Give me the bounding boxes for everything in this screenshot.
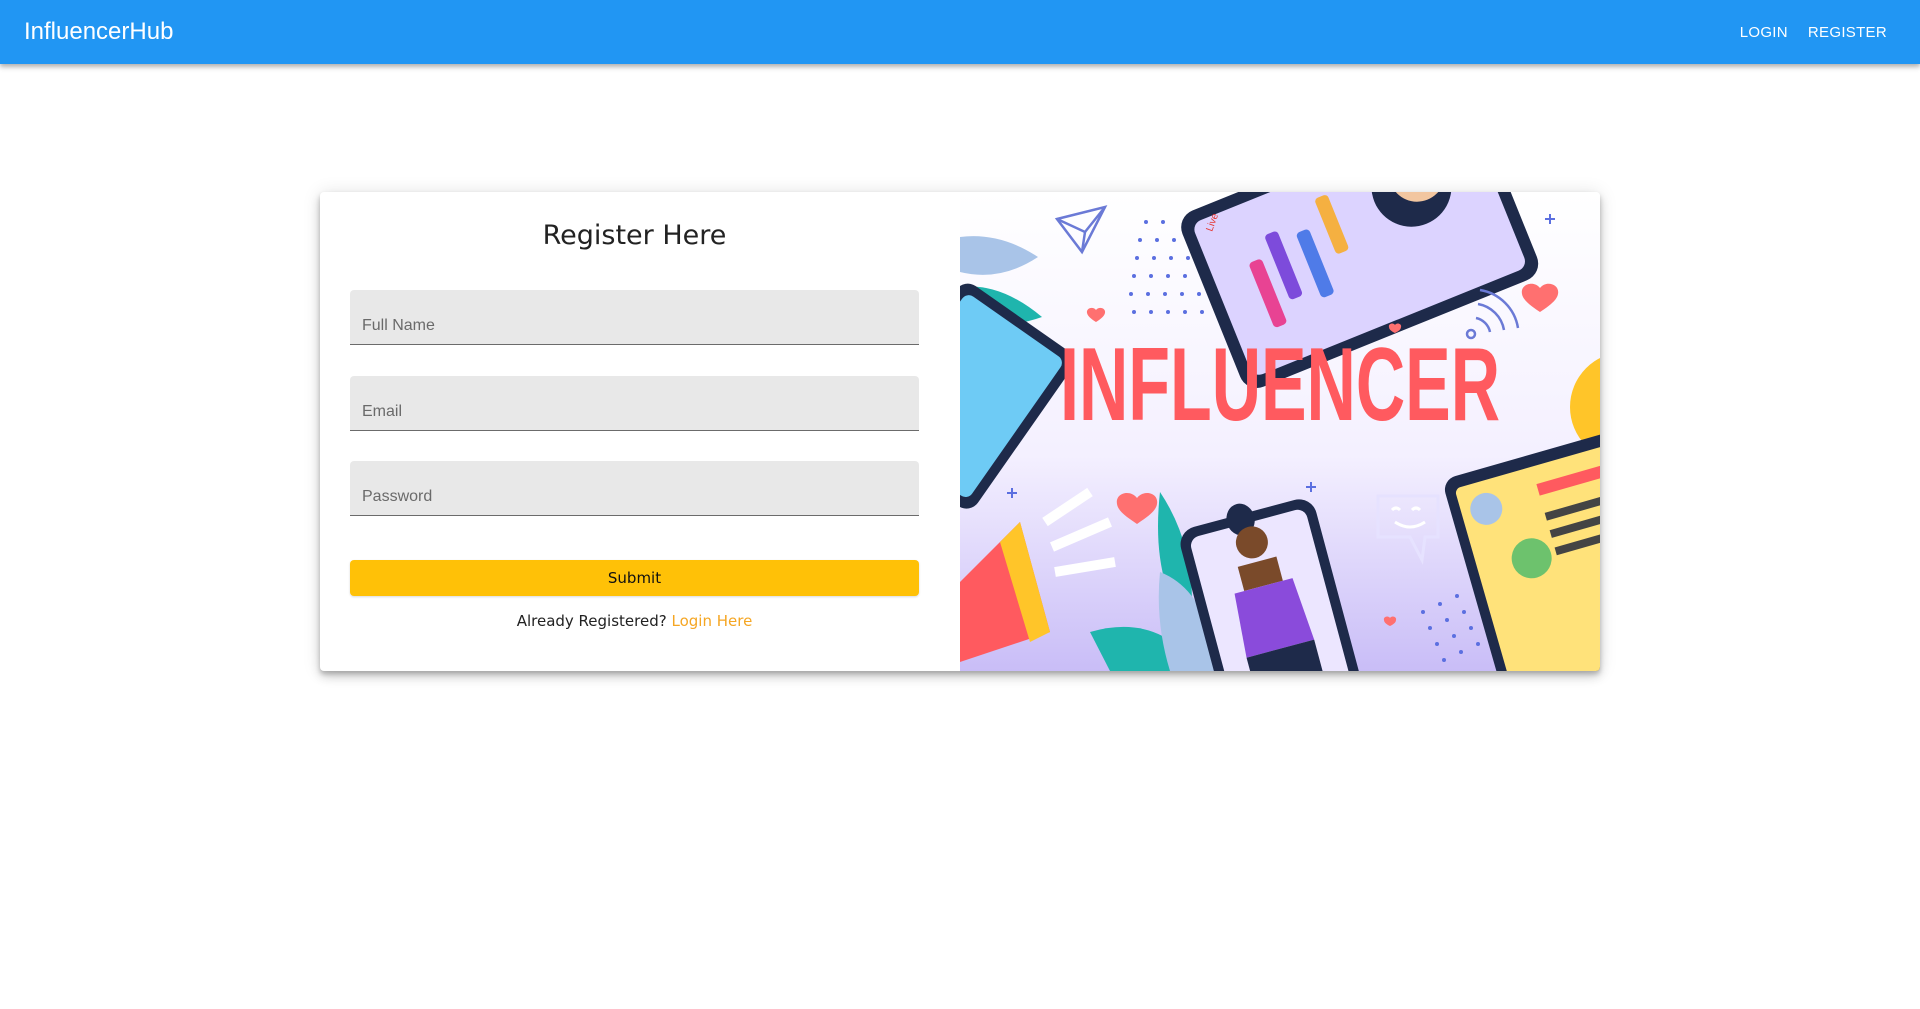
- login-prompt: Already Registered? Login Here: [350, 612, 919, 630]
- register-form: Register Here Submit Already Registered?…: [350, 192, 919, 671]
- register-card: Register Here Submit Already Registered?…: [320, 192, 1600, 671]
- already-registered-text: Already Registered?: [516, 612, 667, 630]
- full-name-input[interactable]: [350, 290, 919, 344]
- app-bar: InfluencerHub LOGIN REGISTER: [0, 0, 1920, 64]
- password-field: [350, 461, 919, 516]
- form-title: Register Here: [542, 220, 727, 251]
- register-nav-button[interactable]: REGISTER: [1799, 16, 1896, 49]
- submit-button[interactable]: Submit: [350, 560, 919, 596]
- login-nav-button[interactable]: LOGIN: [1731, 16, 1797, 49]
- influencer-illustration: Live INFLUENCER: [960, 192, 1600, 671]
- email-field: [350, 376, 919, 431]
- password-input[interactable]: [350, 461, 919, 515]
- illustration-svg: Live INFLUENCER: [960, 192, 1600, 671]
- influencer-headline: INFLUENCER: [1060, 327, 1500, 443]
- email-input[interactable]: [350, 376, 919, 430]
- login-here-link[interactable]: Login Here: [671, 612, 752, 630]
- brand-title[interactable]: InfluencerHub: [24, 18, 1729, 46]
- full-name-field: [350, 290, 919, 345]
